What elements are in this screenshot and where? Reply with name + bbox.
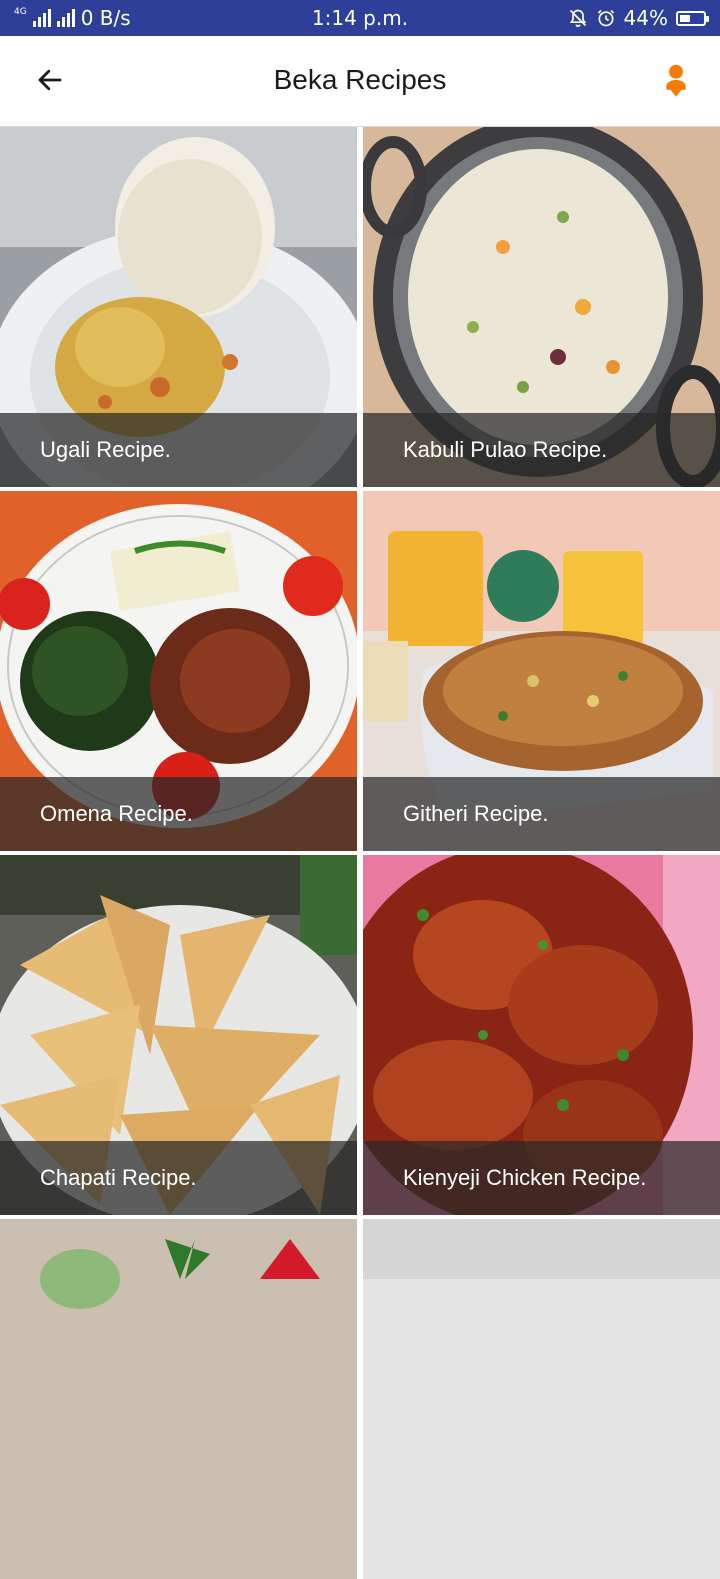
recipe-card-chapati[interactable]: Chapati Recipe.: [0, 855, 357, 1215]
status-bar: 4G 0 B/s 1:14 p.m. 44%: [0, 0, 720, 36]
recipe-title: Kienyeji Chicken Recipe.: [403, 1165, 647, 1190]
person-pin-icon: [666, 64, 686, 97]
recipe-card-partial-right[interactable]: [363, 1219, 720, 1579]
recipe-caption: Kabuli Pulao Recipe.: [363, 413, 720, 487]
recipe-caption: Githeri Recipe.: [363, 777, 720, 851]
alarm-off-icon: [569, 9, 586, 28]
recipe-caption: Ugali Recipe.: [0, 413, 357, 487]
recipe-title: Chapati Recipe.: [40, 1165, 197, 1190]
recipe-card-omena[interactable]: Omena Recipe.: [0, 491, 357, 851]
app-bar: Beka Recipes: [0, 36, 720, 127]
battery-icon: [676, 10, 709, 26]
status-right: 44%: [568, 6, 709, 30]
recipe-title: Omena Recipe.: [40, 801, 193, 826]
partial-left-photo: [0, 1219, 357, 1579]
recipe-title: Ugali Recipe.: [40, 437, 171, 462]
recipe-caption: Kienyeji Chicken Recipe.: [363, 1141, 720, 1215]
battery-percent: 44%: [623, 6, 668, 30]
recipe-card-githeri[interactable]: Githeri Recipe.: [363, 491, 720, 851]
battery-fill: [680, 14, 690, 22]
recipe-card-kabuli-pulao[interactable]: Kabuli Pulao Recipe.: [363, 127, 720, 487]
recipe-title: Kabuli Pulao Recipe.: [403, 437, 608, 462]
recipe-card-ugali[interactable]: Ugali Recipe.: [0, 127, 357, 487]
partial-right-photo: [363, 1219, 720, 1579]
alarm-clock-icon: [597, 9, 614, 27]
recipe-title: Githeri Recipe.: [403, 801, 549, 826]
recipe-caption: Chapati Recipe.: [0, 1141, 357, 1215]
recipe-card-partial-left[interactable]: [0, 1219, 357, 1579]
page-title: Beka Recipes: [273, 64, 447, 95]
profile-button[interactable]: [654, 58, 698, 102]
recipe-card-kienyeji-chicken[interactable]: Kienyeji Chicken Recipe.: [363, 855, 720, 1215]
recipe-caption: Omena Recipe.: [0, 777, 357, 851]
